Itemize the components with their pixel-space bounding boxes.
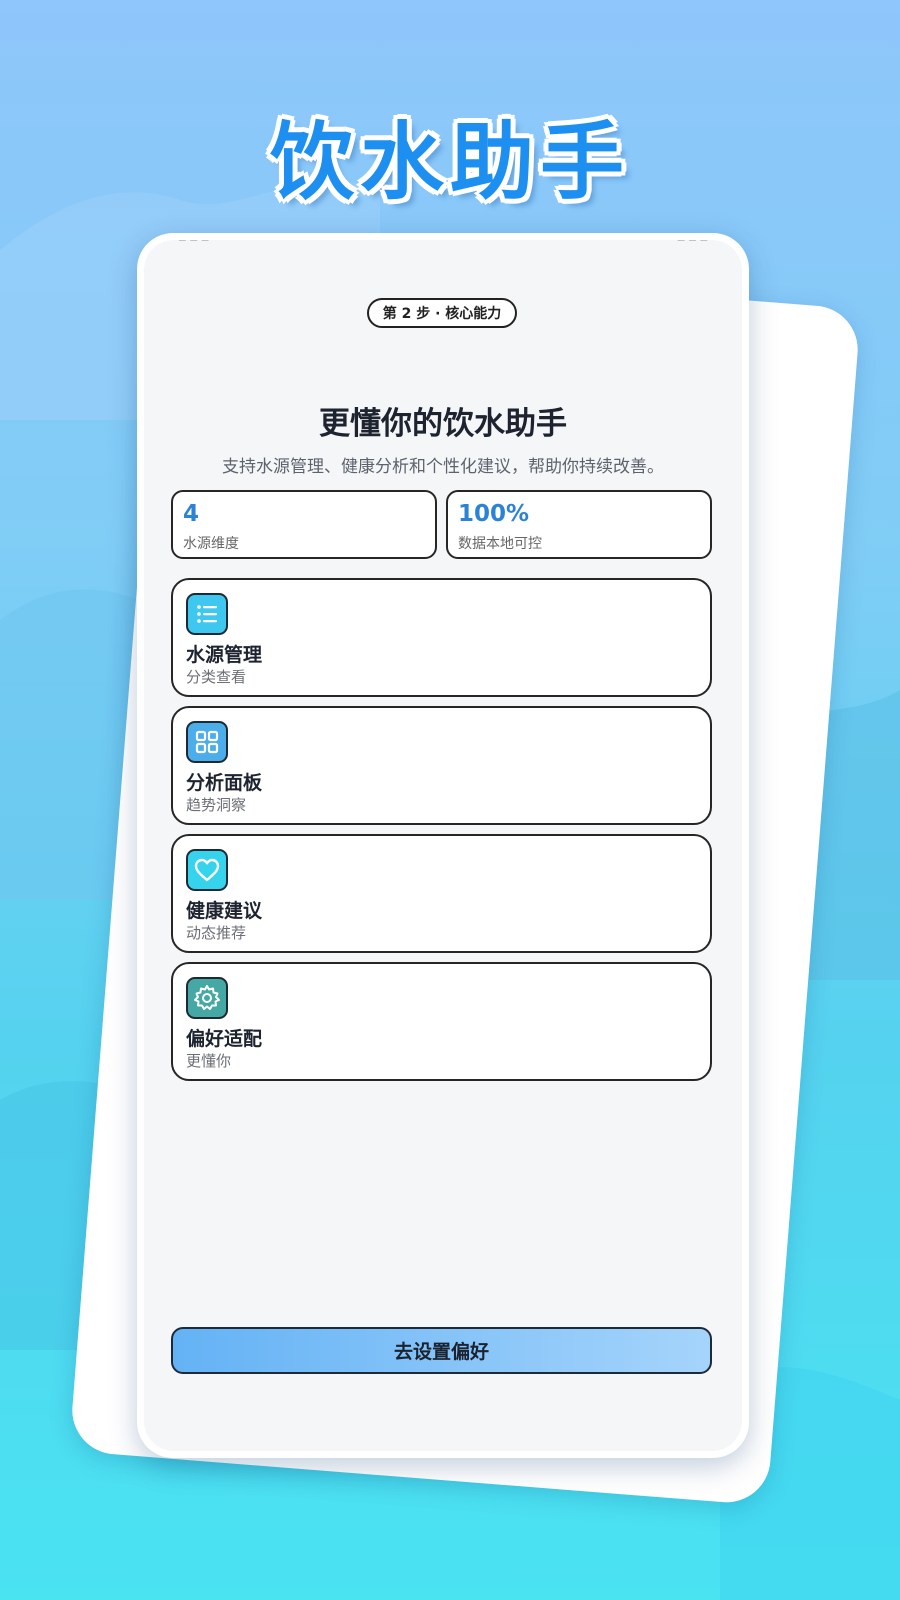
feature-card-analytics[interactable]: 分析面板 趋势洞察 [171, 706, 712, 825]
promo-title: 饮水助手 [269, 113, 630, 211]
stat-card-sources: 4 水源维度 [171, 490, 437, 559]
feature-card-health-advice[interactable]: 健康建议 动态推荐 [171, 834, 712, 953]
page-subtitle: 支持水源管理、健康分析和个性化建议，帮助你持续改善。 [222, 457, 664, 477]
feature-title: 偏好适配 [186, 1028, 263, 1050]
gear-icon [186, 977, 228, 1019]
feature-subtitle: 更懂你 [186, 1052, 232, 1070]
feature-subtitle: 动态推荐 [186, 924, 247, 942]
stat-card-local-data: 100% 数据本地可控 [446, 490, 712, 559]
feature-subtitle: 趋势洞察 [186, 796, 247, 814]
stat-label: 水源维度 [183, 536, 239, 552]
feature-title: 水源管理 [186, 644, 263, 666]
heart-icon [186, 849, 228, 891]
stat-value: 4 [183, 501, 200, 527]
set-preferences-button[interactable]: 去设置偏好 [171, 1327, 712, 1374]
step-indicator: 第 2 步 · 核心能力 [367, 298, 517, 328]
status-bar: ▬ ▬ ▬ ▬ ▬ ▬ [144, 240, 742, 246]
feature-card-preferences[interactable]: 偏好适配 更懂你 [171, 962, 712, 1081]
feature-card-water-sources[interactable]: 水源管理 分类查看 [171, 578, 712, 697]
stat-label: 数据本地可控 [458, 536, 542, 552]
status-left: ▬ ▬ ▬ [178, 240, 209, 246]
page-title: 更懂你的饮水助手 [319, 406, 567, 442]
feature-title: 健康建议 [186, 900, 263, 922]
list-icon [186, 593, 228, 635]
stat-value: 100% [458, 501, 530, 527]
status-right: ▬ ▬ ▬ [677, 240, 708, 246]
app-screen: ▬ ▬ ▬ ▬ ▬ ▬ 第 2 步 · 核心能力 更懂你的饮水助手 支持水源管理… [144, 240, 742, 1451]
phone-mockup: ▬ ▬ ▬ ▬ ▬ ▬ 第 2 步 · 核心能力 更懂你的饮水助手 支持水源管理… [137, 233, 749, 1458]
feature-subtitle: 分类查看 [186, 668, 247, 686]
feature-title: 分析面板 [186, 772, 263, 794]
grid-icon [186, 721, 228, 763]
